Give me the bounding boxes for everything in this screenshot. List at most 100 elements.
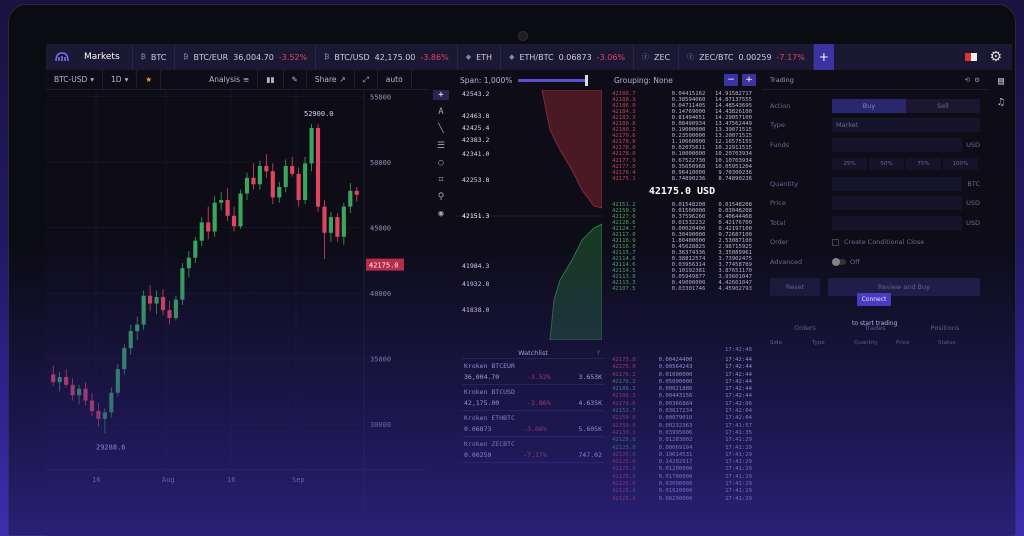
- analysis-button[interactable]: Analysis ≡: [201, 69, 259, 90]
- funds-input[interactable]: [832, 137, 962, 152]
- tab-zec-btc[interactable]: ⓩ ZEC/BTC 0.00259 -7.17%: [679, 44, 814, 70]
- watchlist-item[interactable]: Kroken ETHBTC 0.06873 -3.06% 5.605K: [462, 411, 604, 437]
- circle-tool-icon[interactable]: ○: [438, 158, 443, 168]
- col-quantity: Quantity: [854, 340, 878, 346]
- draw-button[interactable]: ✎: [284, 69, 307, 90]
- conditional-checkbox[interactable]: [832, 238, 839, 246]
- tab-zec[interactable]: ⓩ ZEC: [634, 44, 680, 70]
- text-tool-icon[interactable]: A: [438, 107, 443, 117]
- watchlist-item[interactable]: Kroken BTCUSD 42,175.00 -3.86% 4.635K: [462, 385, 604, 411]
- help-icon[interactable]: ?: [597, 349, 600, 357]
- trade-price: 42175.0: [612, 357, 636, 363]
- favorite-button[interactable]: ★: [137, 69, 162, 90]
- auto-label: auto: [385, 75, 403, 84]
- watchlist-item[interactable]: Kroken ZECBTC 0.00259 -7.17% 747.02: [462, 437, 604, 463]
- tab-price: 36,004.70: [233, 52, 274, 62]
- percent-75-button[interactable]: 75%: [906, 158, 941, 171]
- crosshair-tool-icon[interactable]: +: [433, 90, 449, 100]
- tab-label: BTC: [150, 52, 167, 62]
- bell-icon[interactable]: ♫: [998, 97, 1004, 108]
- add-tab-button[interactable]: +: [813, 44, 834, 70]
- tab-positions[interactable]: Positions: [910, 320, 980, 336]
- tab-eth-btc[interactable]: ◆ ETH/BTC 0.06873 -3.06%: [501, 44, 635, 70]
- funds-row: Funds USD: [762, 135, 988, 155]
- magnet-tool-icon[interactable]: ⚲: [438, 192, 445, 202]
- price-chart[interactable]: 55000 50000 45000 40000 35000 30000 16 Aug 16 Sep…: [46, 90, 426, 510]
- depth-price-label: 41984.3: [462, 262, 489, 270]
- trade-time: 17:42:06: [725, 400, 753, 407]
- btc-coin-icon: ₿: [183, 53, 189, 61]
- gear-icon[interactable]: ⚙: [974, 76, 980, 84]
- watchlist-item[interactable]: Kroken BTCEUR 36,004.70 -3.52% 3.653K: [462, 359, 604, 385]
- zoom-in-button[interactable]: +: [742, 74, 756, 86]
- measure-tool-icon[interactable]: ⌗: [438, 175, 443, 185]
- orderbook-row[interactable]: 42107.5 0.03301746 4.45902793: [612, 286, 752, 292]
- zoom-out-button[interactable]: −: [724, 74, 738, 86]
- quantity-input[interactable]: [832, 176, 962, 191]
- grouping-label[interactable]: Grouping: None: [614, 76, 673, 85]
- trade-size: 0.00443156: [658, 393, 693, 400]
- chevron-down-icon: ▾: [124, 75, 129, 84]
- total-input[interactable]: [832, 215, 962, 230]
- candle-body: [89, 400, 95, 412]
- tab-price: 0.00259: [738, 52, 772, 62]
- candle-body: [251, 177, 256, 185]
- order-type-select[interactable]: Market: [832, 118, 980, 133]
- interval-select[interactable]: 1D ▾: [103, 69, 138, 90]
- trade-row: 42125.0 0.03000000 17:41:29: [612, 481, 752, 488]
- candle-body: [348, 190, 353, 207]
- tab-eth[interactable]: ◆ ETH: [458, 44, 502, 70]
- trade-time: 17:41:29: [725, 466, 753, 473]
- sell-toggle[interactable]: Sell: [906, 98, 980, 113]
- tab-btc-usd[interactable]: ₿ BTC/USD 42,175.00 -3.86%: [316, 44, 458, 70]
- watchlist: Watchlist ? Kroken BTCEUR 36,004.70 -3.52…: [462, 347, 604, 463]
- x-tick-label: Sep: [292, 476, 305, 484]
- watchlist-title: Watchlist ?: [462, 347, 604, 359]
- fullscreen-button[interactable]: ⤢: [355, 69, 378, 90]
- share-button[interactable]: Share ↗: [307, 69, 355, 90]
- percent-50-button[interactable]: 50%: [869, 158, 904, 171]
- candle-body: [290, 166, 295, 174]
- quantity-label: Quantity: [770, 179, 799, 188]
- candle-body: [206, 222, 211, 232]
- star-icon: ★: [145, 75, 153, 84]
- eth-coin-icon: ◆: [465, 53, 472, 61]
- percent-25-button[interactable]: 25%: [832, 158, 867, 171]
- candle-body: [128, 331, 133, 349]
- fib-tool-icon[interactable]: ☰: [437, 141, 445, 151]
- col-type: Type: [812, 340, 825, 346]
- trade-price: 42150.0: [612, 415, 636, 422]
- auto-scale-button[interactable]: auto: [378, 69, 412, 90]
- orderbook-row[interactable]: 42175.1 8.74890236 8.74890236: [612, 176, 752, 182]
- tab-markets[interactable]: Markets: [78, 44, 133, 70]
- advanced-toggle[interactable]: [832, 257, 846, 266]
- chart-type-button[interactable]: ▮▮: [258, 69, 284, 90]
- total-label: Total: [770, 218, 786, 227]
- percent-100-button[interactable]: 100%: [943, 158, 978, 171]
- trade-row: 42125.0 0.00290000 17:41:29: [612, 496, 752, 503]
- gear-icon[interactable]: ⚙: [989, 49, 1002, 65]
- trade-time: 17:42:44: [725, 357, 753, 363]
- candle-body: [154, 297, 159, 304]
- language-flag-icon[interactable]: [965, 53, 978, 61]
- orderbook-price: 42107.5: [612, 286, 636, 293]
- buy-toggle[interactable]: Buy: [832, 98, 906, 113]
- eye-tool-icon[interactable]: ◉: [438, 209, 443, 219]
- connect-button[interactable]: Connect: [857, 293, 891, 306]
- tab-btc-eur[interactable]: ₿ BTC/EUR 36,004.70 -3.52%: [175, 44, 317, 70]
- tab-orders[interactable]: Orders: [770, 320, 840, 336]
- line-tool-icon[interactable]: ╲: [438, 124, 443, 134]
- document-icon[interactable]: ▤: [998, 76, 1004, 87]
- reset-button[interactable]: Reset: [770, 278, 820, 297]
- price-input[interactable]: [832, 196, 962, 211]
- tab-btc[interactable]: ₿ BTC: [133, 44, 176, 70]
- span-slider[interactable]: [518, 74, 589, 86]
- refresh-icon[interactable]: ⟲: [965, 76, 970, 84]
- watchlist-price: 42,175.00: [464, 399, 500, 407]
- review-buy-button[interactable]: Review and Buy: [828, 278, 980, 297]
- kraken-logo-icon[interactable]: [46, 44, 78, 70]
- trade-row: 42125.0 0.01700000 17:41:29: [612, 474, 752, 481]
- candle-body: [109, 392, 114, 413]
- pair-select[interactable]: BTC-USD ▾: [46, 69, 104, 90]
- candle-body: [296, 173, 301, 201]
